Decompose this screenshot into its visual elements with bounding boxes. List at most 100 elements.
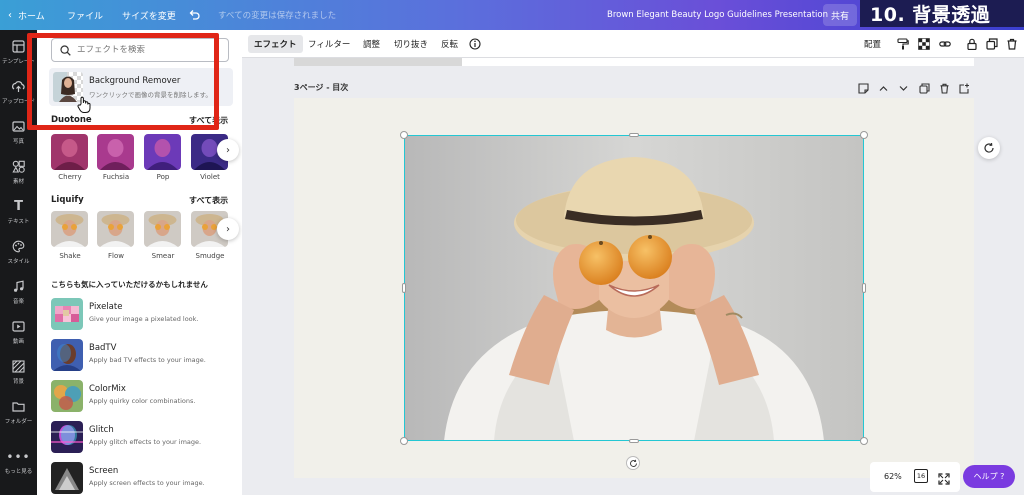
delete-page-icon[interactable] <box>938 82 950 94</box>
background-remover-desc: ワンクリックで画像の背景を削除します。 <box>89 91 212 99</box>
previous-page-image-edge <box>294 58 462 66</box>
rail-label: スタイル <box>7 258 30 265</box>
resize-handle-right[interactable] <box>862 283 866 293</box>
refresh-button[interactable] <box>978 137 1000 159</box>
rail-label: 音楽 <box>12 298 24 305</box>
rail-item-background[interactable]: 背景 <box>0 352 37 392</box>
document-title[interactable]: Brown Elegant Beauty Logo Guidelines Pre… <box>607 0 828 30</box>
duotone-tile-pop[interactable] <box>144 134 181 170</box>
undo-button[interactable] <box>188 0 200 30</box>
image-toolbar: エフェクト フィルター 調整 切り抜き 反転 配置 <box>242 30 1024 58</box>
paint-roller-icon[interactable] <box>897 38 909 50</box>
liquify-tile-flow[interactable] <box>97 211 134 247</box>
resize-button[interactable]: サイズを変更 <box>122 0 176 30</box>
rail-label: アップロード <box>1 98 35 105</box>
effect-desc: Give your image a pixelated look. <box>89 315 199 323</box>
rail-item-photo[interactable]: 写真 <box>0 112 37 152</box>
rail-item-more[interactable]: ••• もっと見る <box>0 442 37 482</box>
effect-desc: Apply quirky color combinations. <box>89 397 196 405</box>
text-icon: T <box>14 199 23 214</box>
page-count: 16 <box>916 472 926 480</box>
rotate-handle[interactable] <box>626 456 640 470</box>
effect-item-pixelate[interactable]: Pixelate Give your image a pixelated loo… <box>51 298 236 338</box>
rail-label: 素材 <box>12 178 24 185</box>
add-page-icon[interactable] <box>958 82 970 94</box>
rail-item-text[interactable]: T テキスト <box>0 192 37 232</box>
resize-handle-top[interactable] <box>629 133 639 137</box>
liquify-tile-smear[interactable] <box>144 211 181 247</box>
filter-button[interactable]: フィルター <box>302 35 356 53</box>
lock-icon[interactable] <box>966 38 978 50</box>
duotone-tile-fuchsia[interactable] <box>97 134 134 170</box>
chevron-left-icon: ‹ <box>8 9 12 21</box>
effect-item-badtv[interactable]: BadTV Apply bad TV effects to your image… <box>51 339 236 379</box>
background-remover-title: Background Remover <box>89 76 181 86</box>
flip-button[interactable]: 反転 <box>435 35 464 53</box>
search-icon <box>60 44 71 56</box>
effect-item-glitch[interactable]: Glitch Apply glitch effects to your imag… <box>51 421 236 461</box>
duotone-tile-cherry[interactable] <box>51 134 88 170</box>
liquify-label: Smudge <box>195 252 225 260</box>
liquify-label: Shake <box>59 252 81 260</box>
resize-handle-bl[interactable] <box>400 437 408 445</box>
file-label: ファイル <box>67 11 104 22</box>
help-button[interactable]: ヘルプ ? <box>963 465 1015 488</box>
liquify-next-button[interactable]: › <box>217 218 239 240</box>
effects-button[interactable]: エフェクト <box>248 35 303 53</box>
rail-item-music[interactable]: 音楽 <box>0 272 37 312</box>
home-button[interactable]: ‹ ホーム <box>8 0 45 30</box>
transparency-icon[interactable] <box>918 38 930 50</box>
share-button[interactable]: 共有 <box>823 4 857 26</box>
rail-item-upload[interactable]: アップロード <box>0 72 37 112</box>
effect-desc: Apply glitch effects to your image. <box>89 438 202 446</box>
link-icon[interactable] <box>939 38 951 50</box>
chevron-down-icon[interactable] <box>897 82 909 94</box>
info-icon[interactable] <box>469 38 481 50</box>
screen-thumbnail <box>51 462 83 494</box>
delete-icon[interactable] <box>1006 38 1018 50</box>
crop-button[interactable]: 切り抜き <box>388 35 434 53</box>
rail-item-elements[interactable]: 素材 <box>0 152 37 192</box>
duplicate-icon[interactable] <box>986 38 998 50</box>
resize-handle-tr[interactable] <box>860 131 868 139</box>
duotone-label: Violet <box>200 173 220 181</box>
resize-handle-bottom[interactable] <box>629 439 639 443</box>
page-count-button[interactable]: 16 <box>914 469 928 483</box>
resize-handle-tl[interactable] <box>400 131 408 139</box>
rail-item-template[interactable]: テンプレート <box>0 32 37 72</box>
rail-item-style[interactable]: スタイル <box>0 232 37 272</box>
duotone-see-all[interactable]: すべて表示 <box>189 115 228 126</box>
effect-search[interactable] <box>51 38 229 62</box>
rail-label: フォルダー <box>4 418 33 425</box>
refresh-icon <box>984 142 994 153</box>
pixelate-thumbnail <box>51 298 83 330</box>
video-icon <box>12 320 26 334</box>
selected-photo[interactable] <box>404 135 864 441</box>
effect-title: Pixelate <box>89 302 123 312</box>
effect-desc: Apply bad TV effects to your image. <box>89 356 206 364</box>
music-icon <box>12 280 26 294</box>
rotate-icon <box>629 459 637 467</box>
resize-handle-br[interactable] <box>860 437 868 445</box>
duplicate-page-icon[interactable] <box>918 82 930 94</box>
resize-handle-left[interactable] <box>402 283 406 293</box>
zoom-level[interactable]: 62% <box>884 472 902 481</box>
file-menu[interactable]: ファイル <box>67 0 103 30</box>
note-icon[interactable] <box>857 82 869 94</box>
fullscreen-icon[interactable] <box>938 470 950 489</box>
liquify-see-all[interactable]: すべて表示 <box>189 195 228 206</box>
hand-cursor-icon <box>77 96 91 113</box>
rail-item-video[interactable]: 動画 <box>0 312 37 352</box>
adjust-button[interactable]: 調整 <box>357 35 386 53</box>
effect-item-colormix[interactable]: ColorMix Apply quirky color combinations… <box>51 380 236 420</box>
effect-search-input[interactable] <box>77 45 217 55</box>
liquify-tile-shake[interactable] <box>51 211 88 247</box>
arrange-button[interactable]: 配置 <box>858 35 887 53</box>
effect-desc: Apply screen effects to your image. <box>89 479 205 487</box>
rail-item-folder[interactable]: フォルダー <box>0 392 37 432</box>
duotone-label: Fuchsia <box>102 173 130 181</box>
effect-item-screen[interactable]: Screen Apply screen effects to your imag… <box>51 462 236 495</box>
undo-icon <box>189 10 200 20</box>
duotone-next-button[interactable]: › <box>217 139 239 161</box>
chevron-up-icon[interactable] <box>877 82 889 94</box>
